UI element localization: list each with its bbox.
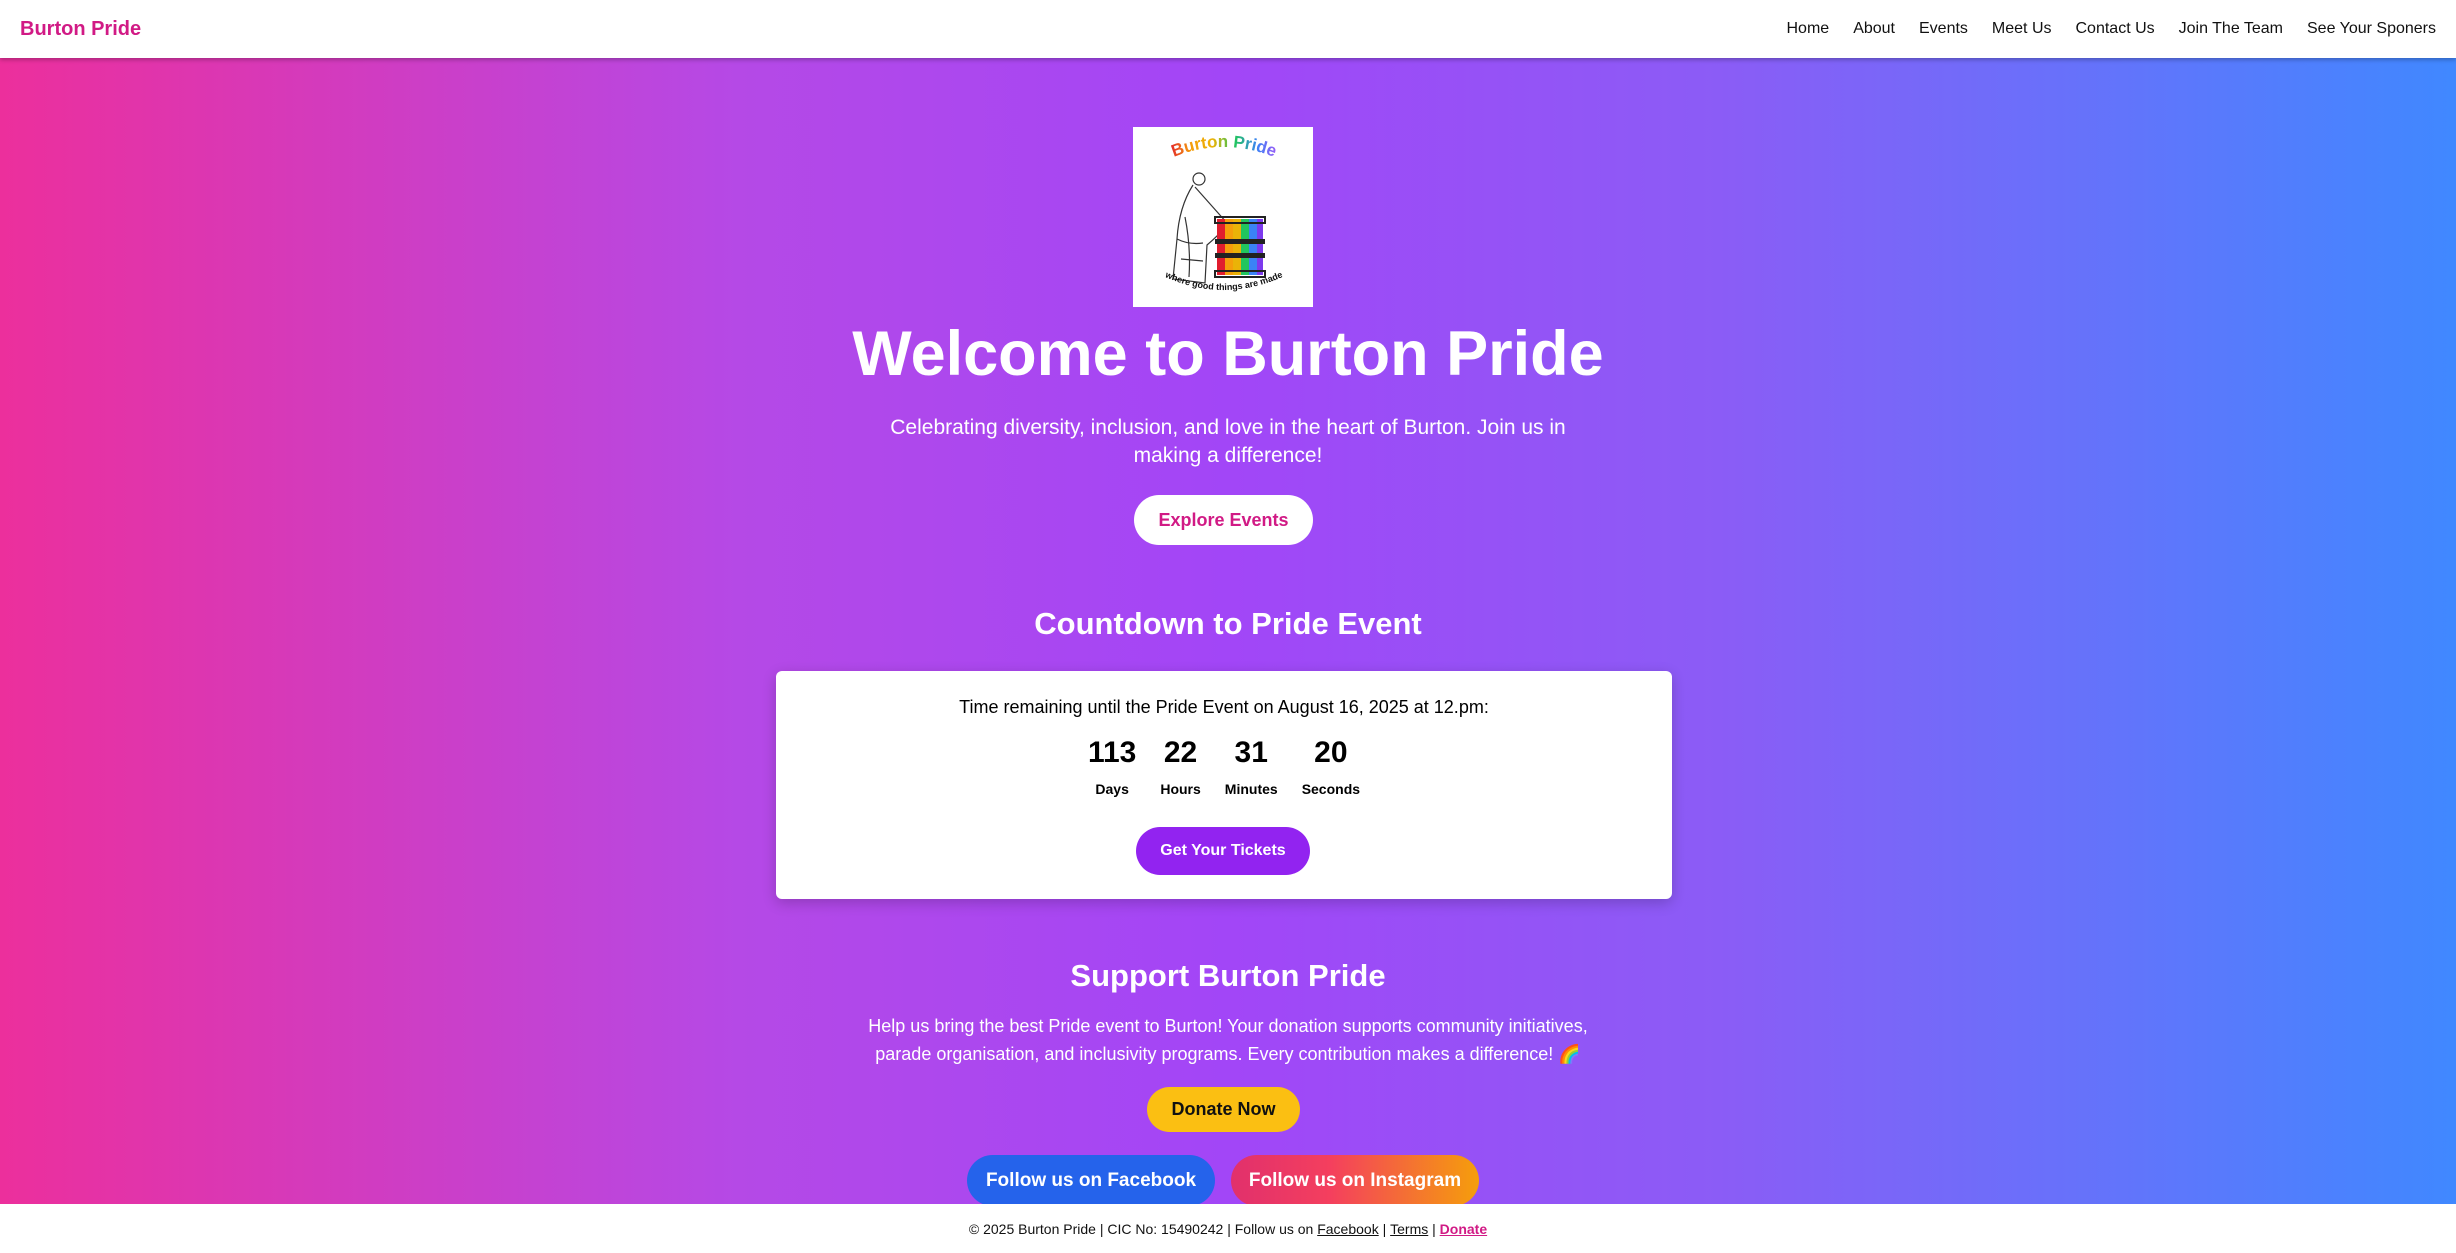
countdown-days-label: Days — [1095, 781, 1129, 797]
nav-links: Home About Events Meet Us Contact Us Joi… — [1787, 20, 2437, 38]
page-footer: © 2025 Burton Pride | CIC No: 15490242 |… — [0, 1204, 2456, 1253]
follow-instagram-button[interactable]: Follow us on Instagram — [1231, 1155, 1479, 1206]
footer-copyright: © 2025 Burton Pride | CIC No: 15490242 |… — [968, 1220, 1318, 1237]
countdown-seconds: 20 Seconds — [1302, 735, 1360, 797]
nav-link-home[interactable]: Home — [1787, 20, 1830, 38]
countdown-seconds-label: Seconds — [1301, 781, 1361, 797]
hero-subtitle: Celebrating diversity, inclusion, and lo… — [890, 416, 1566, 467]
nav-link-sponsors[interactable]: See Your Sponers — [2307, 20, 2436, 38]
countdown-hours: 22 Hours — [1160, 735, 1200, 797]
follow-facebook-button[interactable]: Follow us on Facebook — [967, 1155, 1215, 1206]
countdown-seconds-value: 20 — [1314, 736, 1348, 769]
burton-pride-logo: Burton Pride where good things are made — [1133, 127, 1313, 307]
brand-link[interactable]: Burton Pride — [20, 18, 141, 41]
top-navbar: Burton Pride Home About Events Meet Us C… — [0, 0, 2456, 58]
explore-events-button[interactable]: Explore Events — [1134, 495, 1313, 545]
footer-terms-link[interactable]: Terms — [1390, 1221, 1428, 1237]
nav-link-meet-us[interactable]: Meet Us — [1992, 20, 2052, 38]
nav-link-join-the-team[interactable]: Join The Team — [2179, 20, 2283, 38]
nav-link-events[interactable]: Events — [1919, 20, 1968, 38]
countdown-minutes-value: 31 — [1234, 736, 1268, 769]
footer-donate-link[interactable]: Donate — [1440, 1221, 1487, 1237]
countdown-timer: 113 Days 22 Hours 31 Minutes 20 Seconds — [776, 735, 1672, 797]
get-tickets-button[interactable]: Get Your Tickets — [1136, 827, 1310, 875]
footer-separator: | — [1428, 1220, 1440, 1237]
countdown-card: Time remaining until the Pride Event on … — [776, 671, 1672, 899]
countdown-days: 113 Days — [1088, 735, 1136, 797]
countdown-title: Countdown to Pride Event — [1034, 606, 1422, 641]
nav-link-contact-us[interactable]: Contact Us — [2076, 20, 2155, 38]
support-title: Support Burton Pride — [1070, 958, 1386, 993]
donate-now-button[interactable]: Donate Now — [1147, 1087, 1300, 1132]
support-description: Help us bring the best Pride event to Bu… — [868, 1016, 1588, 1064]
countdown-hours-value: 22 — [1163, 736, 1198, 769]
countdown-minutes-label: Minutes — [1224, 781, 1278, 797]
hero-title: Welcome to Burton Pride — [852, 319, 1604, 389]
footer-facebook-link[interactable]: Facebook — [1317, 1221, 1378, 1237]
countdown-days-value: 113 — [1087, 736, 1137, 769]
countdown-hours-label: Hours — [1160, 781, 1201, 797]
nav-link-about[interactable]: About — [1853, 20, 1895, 38]
svg-text:Burton Pride: Burton Pride — [1169, 132, 1280, 161]
footer-separator: | — [1378, 1220, 1391, 1237]
countdown-description: Time remaining until the Pride Event on … — [959, 697, 1489, 717]
countdown-minutes: 31 Minutes — [1225, 735, 1278, 797]
